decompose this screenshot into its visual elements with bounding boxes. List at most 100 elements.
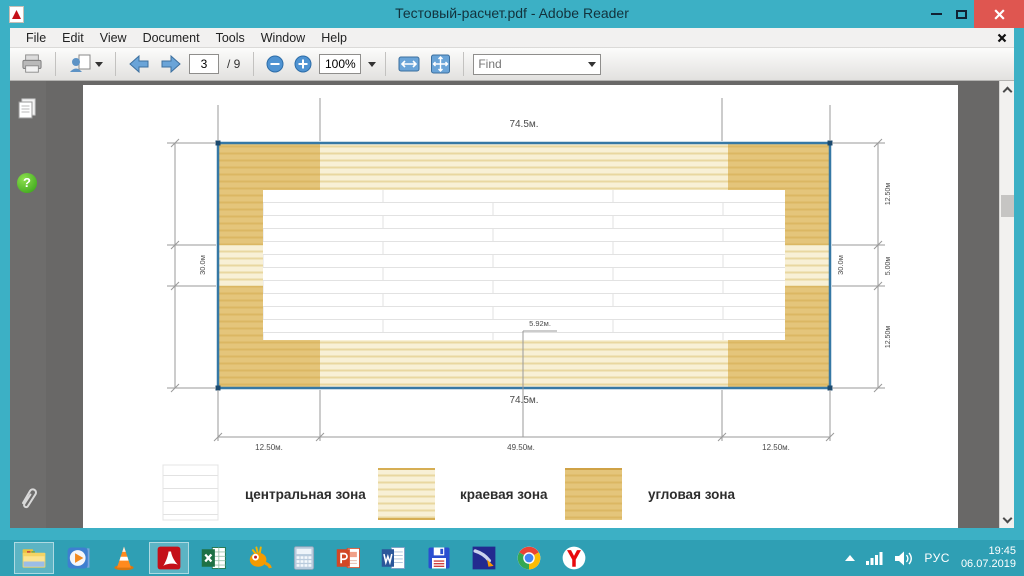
word-icon xyxy=(380,544,408,572)
language-indicator[interactable]: РУС xyxy=(924,551,950,565)
page-thumbnails-icon[interactable] xyxy=(17,97,39,126)
zoom-in-button[interactable] xyxy=(291,53,315,75)
menu-window[interactable]: Window xyxy=(253,29,313,47)
nero-icon xyxy=(470,544,498,572)
legend-swatch-central xyxy=(163,465,218,520)
pdf-page: 74.5м. 74.5м. 30.0м 30.0м 12.50м 5.00м 1… xyxy=(83,85,958,528)
print-icon xyxy=(21,54,43,74)
print-button[interactable] xyxy=(18,52,46,76)
vertical-scrollbar[interactable] xyxy=(999,81,1014,528)
dim-right-height: 30.0м xyxy=(836,255,845,275)
taskbar-vlc[interactable] xyxy=(104,542,144,574)
taskbar-media-player[interactable] xyxy=(59,542,99,574)
taskbar-nero[interactable] xyxy=(464,542,504,574)
central-zone xyxy=(263,190,785,340)
scroll-up-icon[interactable] xyxy=(1000,81,1015,97)
media-player-icon xyxy=(65,544,93,572)
legend-swatch-edge xyxy=(378,468,435,520)
adobe-reader-icon xyxy=(155,544,183,572)
share-button[interactable] xyxy=(65,51,106,77)
menu-file[interactable]: File xyxy=(18,29,54,47)
legend-label-central: центральная зона xyxy=(245,487,366,502)
titlebar: Тестовый-расчет.pdf - Adobe Reader xyxy=(0,0,1024,28)
minimize-button[interactable] xyxy=(924,0,949,28)
menu-document[interactable]: Document xyxy=(135,29,208,47)
menubar: File Edit View Document Tools Window Hel… xyxy=(10,28,1014,48)
legend-label-corner: угловая зона xyxy=(648,487,735,502)
next-page-button[interactable] xyxy=(157,52,185,76)
fit-width-button[interactable] xyxy=(395,52,423,76)
file-explorer-icon xyxy=(20,544,48,572)
legend-label-edge: краевая зона xyxy=(460,487,548,502)
chrome-icon xyxy=(515,544,543,572)
taskbar-powerpoint[interactable] xyxy=(329,542,369,574)
vlc-icon xyxy=(110,544,138,572)
arrow-left-icon xyxy=(128,54,150,74)
menu-edit[interactable]: Edit xyxy=(54,29,92,47)
clock-date: 06.07.2019 xyxy=(961,558,1016,571)
zoom-out-icon xyxy=(266,55,284,73)
dim-right-bottom-segment: 12.50м xyxy=(885,326,892,349)
zoom-level-input[interactable] xyxy=(319,54,361,74)
find-dropdown-caret[interactable] xyxy=(588,62,596,67)
dim-edge-band-leader: 5.92м. xyxy=(529,319,551,328)
xnview-icon xyxy=(245,544,273,572)
taskbar-adobe-reader[interactable] xyxy=(149,542,189,574)
close-button[interactable] xyxy=(974,0,1024,28)
taskbar-excel[interactable] xyxy=(194,542,234,574)
scrollbar-thumb[interactable] xyxy=(1001,195,1014,217)
dim-bottom-left-segment: 12.50м. xyxy=(255,443,283,452)
menu-tools[interactable]: Tools xyxy=(208,29,253,47)
previous-page-button[interactable] xyxy=(125,52,153,76)
fit-page-button[interactable] xyxy=(427,52,454,76)
navigation-sidebar: ? xyxy=(10,81,46,528)
volume-icon[interactable] xyxy=(894,551,913,566)
document-viewer: 74.5м. 74.5м. 30.0м 30.0м 12.50м 5.00м 1… xyxy=(46,81,999,528)
taskbar-xnview[interactable] xyxy=(239,542,279,574)
menu-help[interactable]: Help xyxy=(313,29,355,47)
dim-right-middle-segment: 5.00м xyxy=(885,257,892,276)
powerpoint-icon xyxy=(335,544,363,572)
system-tray: РУС 19:45 06.07.2019 xyxy=(845,540,1016,576)
scroll-down-icon[interactable] xyxy=(1000,512,1015,528)
find-box xyxy=(473,54,601,75)
share-dropdown-caret xyxy=(95,62,103,67)
taskbar-file-explorer[interactable] xyxy=(14,542,54,574)
dim-bottom-center-segment: 49.50м. xyxy=(507,443,535,452)
taskbar-word[interactable] xyxy=(374,542,414,574)
share-icon xyxy=(68,53,92,75)
taskbar-chrome[interactable] xyxy=(509,542,549,574)
arrow-right-icon xyxy=(160,54,182,74)
page-count-label: / 9 xyxy=(227,57,240,71)
maximize-button[interactable] xyxy=(949,0,974,28)
hidden-icons-arrow-icon[interactable] xyxy=(845,555,855,561)
legend: центральная зона краевая зона угловая зо… xyxy=(163,465,735,520)
adobe-reader-window: Тестовый-расчет.pdf - Adobe Reader File … xyxy=(0,0,1024,576)
calculator-icon xyxy=(290,544,318,572)
menu-view[interactable]: View xyxy=(92,29,135,47)
fit-page-icon xyxy=(430,54,451,74)
taskbar-yandex-browser[interactable] xyxy=(554,542,594,574)
dim-right-top-segment: 12.50м xyxy=(885,183,892,206)
page-number-input[interactable] xyxy=(189,54,219,74)
find-input[interactable] xyxy=(478,57,585,71)
taskbar-floppy-app[interactable] xyxy=(419,542,459,574)
clock-time: 19:45 xyxy=(961,545,1016,558)
excel-icon xyxy=(200,544,228,572)
zone-plan-drawing: 74.5м. 74.5м. 30.0м 30.0м 12.50м 5.00м 1… xyxy=(83,85,958,528)
window-title: Тестовый-расчет.pdf - Adobe Reader xyxy=(0,5,1024,21)
taskbar-calculator[interactable] xyxy=(284,542,324,574)
network-signal-icon[interactable] xyxy=(866,551,883,565)
close-icon xyxy=(993,8,1006,21)
zoom-out-button[interactable] xyxy=(263,53,287,75)
floppy-disk-icon xyxy=(425,544,453,572)
legend-swatch-corner xyxy=(565,468,622,520)
attachments-paperclip-icon[interactable] xyxy=(17,486,39,515)
clock[interactable]: 19:45 06.07.2019 xyxy=(961,545,1016,571)
taskbar: РУС 19:45 06.07.2019 xyxy=(0,540,1024,576)
help-icon[interactable]: ? xyxy=(17,173,37,193)
toolbar: / 9 xyxy=(10,48,1014,81)
zoom-dropdown-caret[interactable] xyxy=(368,62,376,67)
close-document-icon[interactable] xyxy=(996,31,1008,49)
dim-top-width: 74.5м. xyxy=(509,119,538,130)
